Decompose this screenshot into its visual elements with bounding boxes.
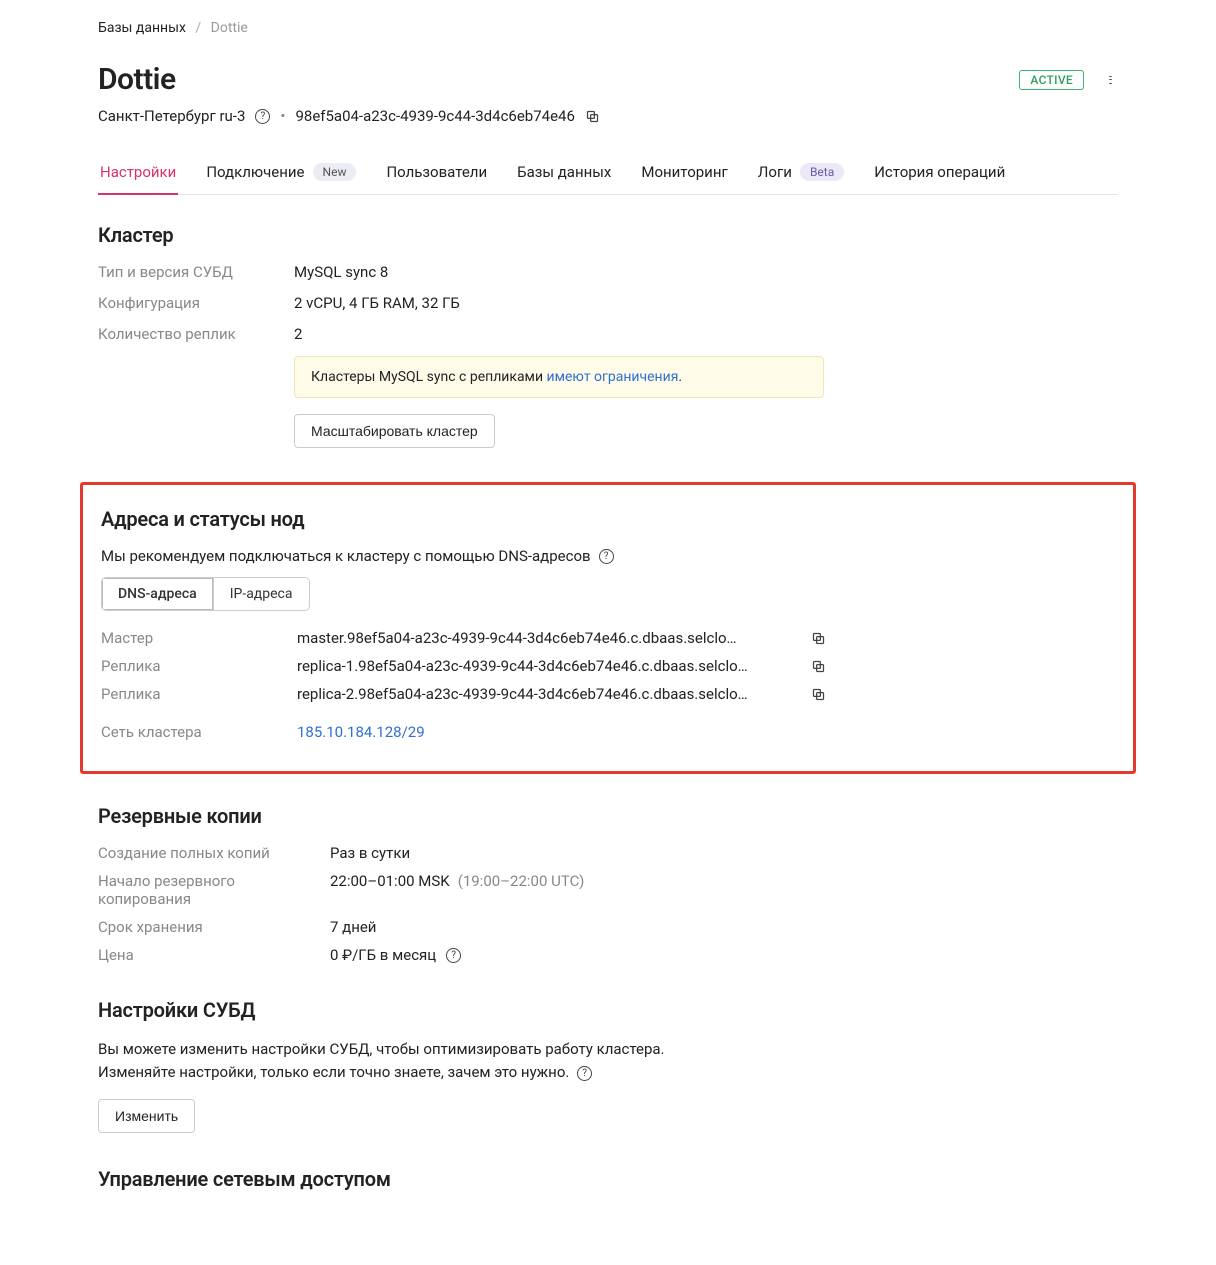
node-role: Реплика bbox=[101, 685, 297, 703]
tabs: Настройки Подключение New Пользователи Б… bbox=[98, 155, 1118, 195]
separator-dot: • bbox=[280, 107, 285, 125]
tab-label: Базы данных bbox=[517, 163, 611, 181]
help-icon[interactable]: ? bbox=[577, 1066, 592, 1081]
tab-monitoring[interactable]: Мониторинг bbox=[639, 155, 729, 195]
scale-cluster-button[interactable]: Масштабировать кластер bbox=[294, 414, 495, 448]
seg-ip[interactable]: IP-адреса bbox=[213, 578, 309, 610]
cluster-title: Кластер bbox=[98, 223, 1118, 247]
copy-icon[interactable] bbox=[811, 659, 826, 674]
node-role: Мастер bbox=[101, 629, 297, 647]
dbms-settings-title: Настройки СУБД bbox=[98, 998, 1118, 1022]
help-icon[interactable]: ? bbox=[255, 109, 270, 124]
node-address: master.98ef5a04-a23c-4939-9c44-3d4c6eb74… bbox=[297, 629, 797, 647]
status-badge: ACTIVE bbox=[1019, 70, 1084, 90]
replica-limitations-info: Кластеры MySQL sync с репликами имеют ог… bbox=[294, 356, 824, 398]
region-label: Санкт-Петербург ru-3 bbox=[98, 107, 245, 125]
cluster-network-label: Сеть кластера bbox=[101, 723, 297, 741]
node-address: replica-1.98ef5a04-a23c-4939-9c44-3d4c6e… bbox=[297, 657, 797, 675]
node-row-replica: Реплика replica-2.98ef5a04-a23c-4939-9c4… bbox=[101, 685, 1115, 703]
tab-databases[interactable]: Базы данных bbox=[515, 155, 613, 195]
info-suffix: . bbox=[678, 369, 682, 385]
breadcrumb-sep: / bbox=[195, 20, 201, 36]
replicas-label: Количество реплик bbox=[98, 325, 294, 343]
backup-start-local: 22:00–01:00 MSK bbox=[330, 872, 450, 890]
nodes-section-highlight: Адреса и статусы нод Мы рекомендуем подк… bbox=[80, 482, 1136, 774]
node-row-replica: Реплика replica-1.98ef5a04-a23c-4939-9c4… bbox=[101, 657, 1115, 675]
dbms-type-label: Тип и версия СУБД bbox=[98, 263, 294, 281]
breadcrumb-current: Dottie bbox=[211, 20, 248, 36]
replicas-value: 2 bbox=[294, 325, 1118, 343]
cluster-network-row: Сеть кластера 185.10.184.128/29 bbox=[101, 723, 1115, 741]
dbms-settings-section: Настройки СУБД Вы можете изменить настро… bbox=[98, 998, 1118, 1133]
address-type-toggle: DNS-адреса IP-адреса bbox=[101, 577, 310, 611]
dbms-type-value: MySQL sync 8 bbox=[294, 263, 1118, 281]
cluster-uuid: 98ef5a04-a23c-4939-9c44-3d4c6eb74e46 bbox=[295, 107, 574, 125]
dbms-desc-1: Вы можете изменить настройки СУБД, чтобы… bbox=[98, 1040, 665, 1058]
network-access-section: Управление сетевым доступом bbox=[98, 1167, 1118, 1191]
tab-logs[interactable]: Логи Beta bbox=[756, 155, 846, 195]
backup-full-value: Раз в сутки bbox=[330, 844, 1118, 862]
tab-history[interactable]: История операций bbox=[872, 155, 1007, 195]
backups-section: Резервные копии Создание полных копий Ра… bbox=[98, 804, 1118, 964]
node-address: replica-2.98ef5a04-a23c-4939-9c44-3d4c6e… bbox=[297, 685, 797, 703]
network-access-title: Управление сетевым доступом bbox=[98, 1167, 1118, 1191]
tab-label: История операций bbox=[874, 163, 1005, 181]
new-badge: New bbox=[313, 163, 357, 181]
backup-start-utc: (19:00–22:00 UTC) bbox=[458, 872, 585, 890]
tab-users[interactable]: Пользователи bbox=[384, 155, 489, 195]
nodes-title: Адреса и статусы нод bbox=[101, 507, 1115, 531]
edit-dbms-button[interactable]: Изменить bbox=[98, 1099, 195, 1133]
copy-icon[interactable] bbox=[585, 109, 600, 124]
backups-title: Резервные копии bbox=[98, 804, 1118, 828]
tab-settings[interactable]: Настройки bbox=[98, 155, 178, 195]
breadcrumb-root[interactable]: Базы данных bbox=[98, 20, 186, 36]
node-role: Реплика bbox=[101, 657, 297, 675]
help-icon[interactable]: ? bbox=[599, 549, 614, 564]
node-row-master: Мастер master.98ef5a04-a23c-4939-9c44-3d… bbox=[101, 629, 1115, 647]
tab-label: Настройки bbox=[100, 163, 176, 181]
retention-label: Срок хранения bbox=[98, 918, 330, 936]
more-menu-button[interactable] bbox=[1102, 72, 1118, 88]
retention-value: 7 дней bbox=[330, 918, 1118, 936]
info-link[interactable]: имеют ограничения bbox=[547, 369, 679, 385]
tab-label: Пользователи bbox=[386, 163, 487, 181]
page-title: Dottie bbox=[98, 62, 176, 97]
backup-full-label: Создание полных копий bbox=[98, 844, 330, 862]
config-value: 2 vCPU, 4 ГБ RAM, 32 ГБ bbox=[294, 294, 1118, 312]
backup-start-label: Начало резервного копирования bbox=[98, 872, 330, 908]
nodes-recommend-text: Мы рекомендуем подключаться к кластеру с… bbox=[101, 547, 591, 565]
config-label: Конфигурация bbox=[98, 294, 294, 312]
tab-label: Подключение bbox=[206, 163, 304, 181]
copy-icon[interactable] bbox=[811, 687, 826, 702]
help-icon[interactable]: ? bbox=[446, 948, 461, 963]
info-text: Кластеры MySQL sync с репликами bbox=[311, 369, 547, 385]
cluster-section: Кластер Тип и версия СУБД MySQL sync 8 К… bbox=[98, 223, 1118, 448]
dbms-desc-2: Изменяйте настройки, только если точно з… bbox=[98, 1063, 569, 1081]
beta-badge: Beta bbox=[800, 163, 844, 181]
breadcrumb: Базы данных / Dottie bbox=[98, 20, 1118, 36]
price-value: 0 ₽/ГБ в месяц bbox=[330, 946, 436, 964]
tab-connection[interactable]: Подключение New bbox=[204, 155, 358, 195]
tab-label: Логи bbox=[758, 163, 792, 181]
tab-label: Мониторинг bbox=[641, 163, 727, 181]
copy-icon[interactable] bbox=[811, 631, 826, 646]
price-label: Цена bbox=[98, 946, 330, 964]
cluster-network-link[interactable]: 185.10.184.128/29 bbox=[297, 723, 425, 741]
seg-dns[interactable]: DNS-адреса bbox=[102, 578, 213, 610]
